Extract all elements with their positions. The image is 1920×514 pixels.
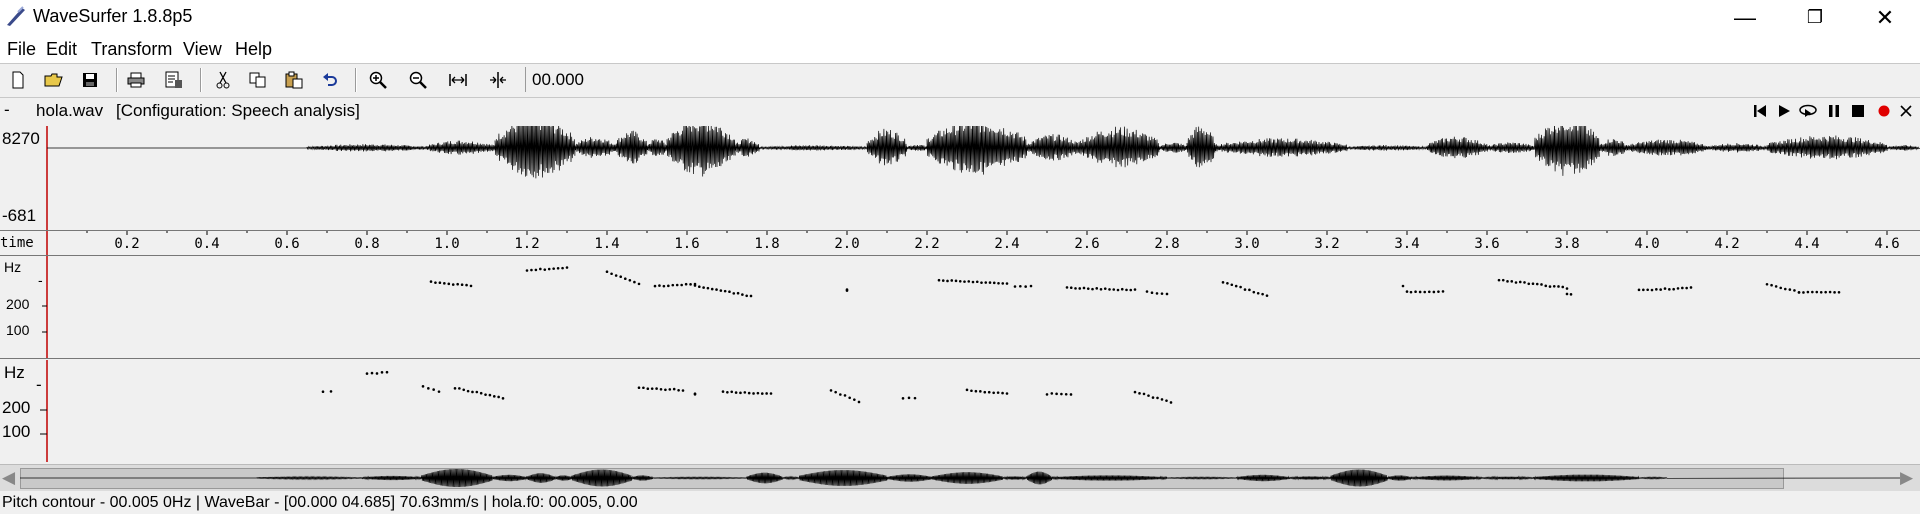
time-tick-label: 0.6	[274, 236, 299, 252]
time-tick-label: 3.8	[1554, 236, 1579, 252]
pause-icon[interactable]	[1824, 102, 1844, 120]
time-tick-label: 2.8	[1154, 236, 1179, 252]
new-file-icon[interactable]	[7, 69, 29, 91]
zoom-in-icon[interactable]	[367, 69, 389, 91]
toolbar-separator	[116, 68, 118, 92]
pitch-pane-2[interactable]: Hz - 200 100	[0, 360, 1920, 462]
print-icon[interactable]	[125, 69, 147, 91]
menu-view[interactable]: View	[183, 39, 222, 60]
restore-button[interactable]: ❐	[1780, 0, 1850, 35]
waveform-plot[interactable]	[0, 126, 1920, 230]
time-tick-label: 0.8	[354, 236, 379, 252]
menu-edit[interactable]: Edit	[46, 39, 77, 60]
time-tick-label: 2.2	[914, 236, 939, 252]
close-window-button[interactable]: ✕	[1850, 0, 1920, 35]
save-icon[interactable]	[79, 69, 101, 91]
sound-header: - hola.wav [Configuration: Speech analys…	[0, 98, 1920, 124]
play-loop-icon[interactable]	[1798, 102, 1818, 120]
cut-icon[interactable]	[212, 69, 234, 91]
time-tick-label: 2.6	[1074, 236, 1099, 252]
pitch-pane-1[interactable]: Hz - 200 100	[0, 256, 1920, 359]
wavebar-overview[interactable]	[0, 465, 1920, 491]
wavesurfer-logo-icon	[7, 6, 25, 26]
time-axis: 0.2 0.4 0.6 0.8 1.0 1.2 1.4 1.6 1.8 2.0 2.2 2.4 2.6 2…	[46, 231, 1900, 255]
zoom-out-icon[interactable]	[407, 69, 429, 91]
open-folder-icon[interactable]	[43, 69, 65, 91]
time-tick-label: 0.4	[194, 236, 219, 252]
menu-transform[interactable]: Transform	[91, 39, 172, 60]
time-tick-label: 1.2	[514, 236, 539, 252]
time-tick-label: 4.6	[1874, 236, 1899, 252]
window-title: WaveSurfer 1.8.8p5	[33, 6, 193, 26]
time-tick-label: 1.4	[594, 236, 619, 252]
undo-icon[interactable]	[319, 69, 341, 91]
zoom-fit-icon[interactable]	[447, 69, 469, 91]
wavebar-right-arrow[interactable]: ▶	[1900, 468, 1913, 488]
record-icon[interactable]	[1874, 102, 1894, 120]
copy-icon[interactable]	[247, 69, 269, 91]
configuration-label: [Configuration: Speech analysis]	[116, 101, 360, 120]
close-icon[interactable]	[1896, 102, 1916, 120]
paste-icon[interactable]	[283, 69, 305, 91]
time-tick-label: 3.4	[1394, 236, 1419, 252]
wavebar[interactable]: ◀ ▶	[0, 464, 1920, 491]
pitch-contour-2[interactable]	[0, 360, 1920, 462]
toolbar-separator	[200, 68, 202, 92]
time-axis-pane: time 0.2 0.4 0.6 0.8 1.0 1.2 1.4 1.6 1.8 2.0 2.2 2.…	[0, 230, 1920, 256]
skip-to-start-icon[interactable]	[1750, 102, 1770, 120]
waveform-pane[interactable]: 8270 -681	[0, 126, 1920, 230]
time-tick-label: 3.6	[1474, 236, 1499, 252]
time-tick-label: 2.4	[994, 236, 1019, 252]
properties-icon[interactable]	[163, 69, 185, 91]
time-tick-label: 4.2	[1714, 236, 1739, 252]
toolbar-separator	[355, 68, 357, 92]
menu-bar: File Edit Transform View Help	[0, 35, 1920, 63]
toolbar: 00.000	[0, 63, 1920, 98]
zoom-selection-icon[interactable]	[487, 69, 509, 91]
time-tick-label: 3.0	[1234, 236, 1259, 252]
time-tick-label: 4.0	[1634, 236, 1659, 252]
time-tick-label: 1.8	[754, 236, 779, 252]
stop-icon[interactable]	[1848, 102, 1868, 120]
sound-filename: hola.wav	[36, 101, 104, 120]
time-tick-label: 1.0	[434, 236, 459, 252]
play-icon[interactable]	[1774, 102, 1794, 120]
time-display: 00.000	[525, 67, 655, 92]
time-tick-label: 0.2	[114, 236, 139, 252]
minimize-button[interactable]: —	[1710, 0, 1780, 35]
title-bar: WaveSurfer 1.8.8p5 — ❐ ✕	[0, 0, 1920, 35]
time-tick-label: 4.4	[1794, 236, 1819, 252]
time-tick-label: 2.0	[834, 236, 859, 252]
menu-help[interactable]: Help	[235, 39, 272, 60]
collapse-toggle[interactable]: -	[4, 100, 10, 120]
time-tick-label: 3.2	[1314, 236, 1339, 252]
status-bar: Pitch contour - 00.005 0Hz | WaveBar - […	[0, 492, 1920, 514]
pitch-contour-1[interactable]	[0, 256, 1920, 358]
time-tick-label: 1.6	[674, 236, 699, 252]
menu-file[interactable]: File	[7, 39, 36, 60]
